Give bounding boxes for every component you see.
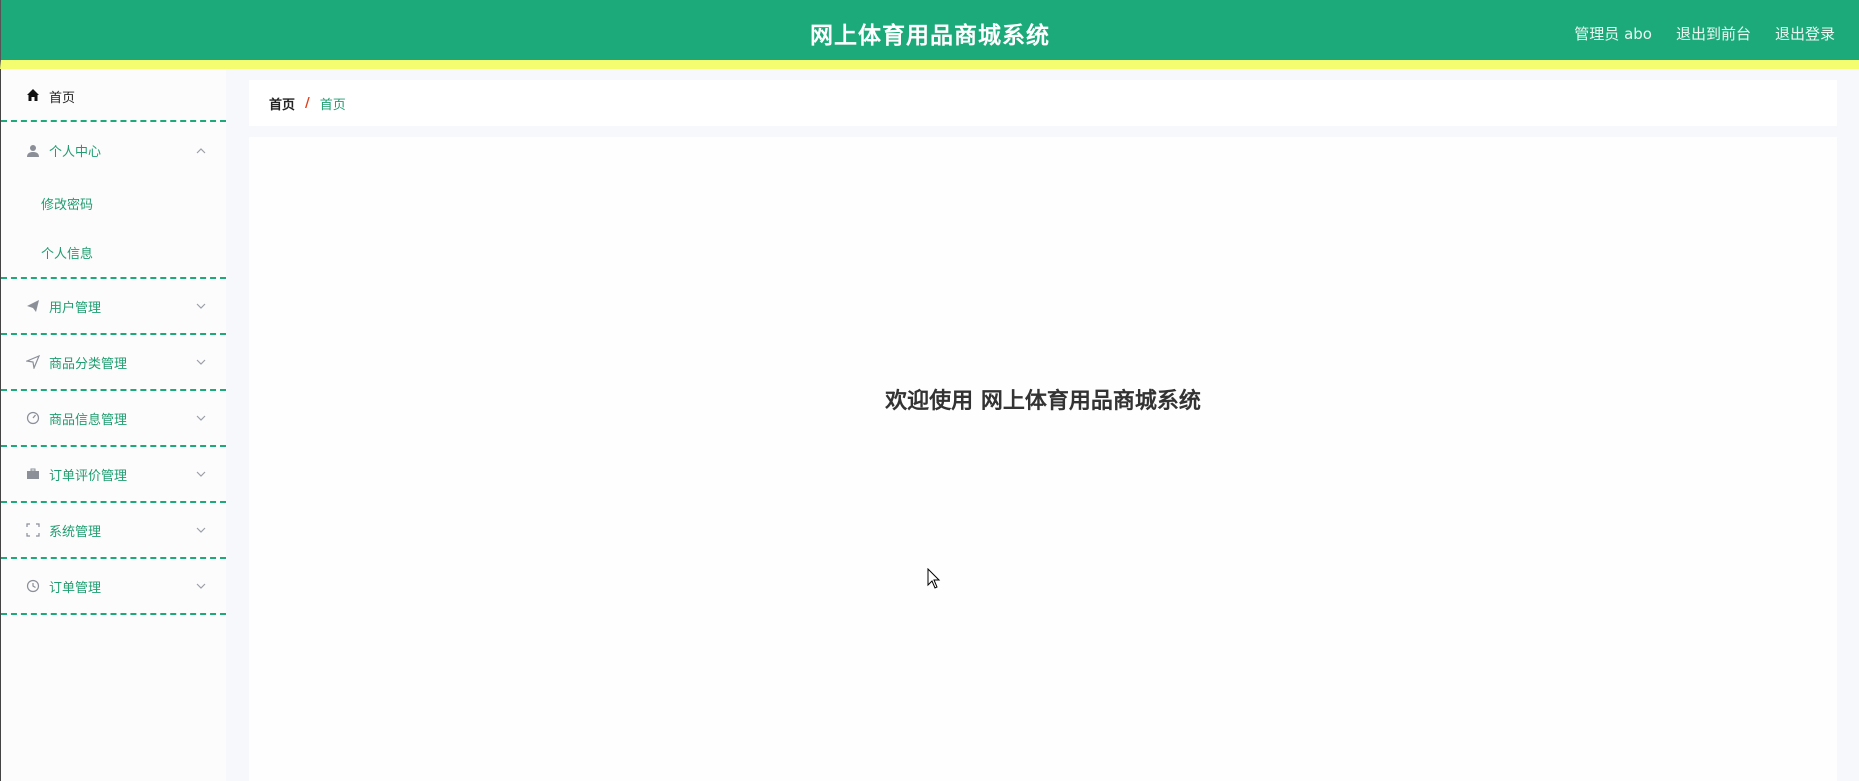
sidebar-item-label: 订单评价管理 bbox=[49, 468, 128, 484]
breadcrumb-current: 首页 bbox=[319, 97, 346, 113]
sidebar-item-label: 系统管理 bbox=[49, 524, 102, 540]
breadcrumb: 首页 / 首页 bbox=[249, 80, 1837, 126]
sidebar-item-label: 个人中心 bbox=[49, 145, 102, 160]
sidebar-item-label: 首页 bbox=[49, 91, 76, 106]
fullscreen-icon bbox=[25, 522, 41, 538]
briefcase-icon bbox=[25, 466, 41, 482]
chevron-down-icon bbox=[196, 527, 206, 533]
page-right-edge bbox=[1837, 69, 1859, 781]
send-icon bbox=[25, 298, 41, 314]
sidebar-item-label: 商品信息管理 bbox=[49, 412, 128, 428]
sidebar-item-categories[interactable]: 商品分类管理 bbox=[1, 335, 226, 391]
sidebar-item-products[interactable]: 商品信息管理 bbox=[1, 391, 226, 447]
breadcrumb-home[interactable]: 首页 bbox=[269, 94, 295, 113]
sidebar-item-label: 订单管理 bbox=[49, 580, 102, 596]
sidebar-item-order-reviews[interactable]: 订单评价管理 bbox=[1, 447, 226, 503]
sidebar-item-users[interactable]: 用户管理 bbox=[1, 279, 226, 335]
sidebar-subitem-profile[interactable]: 个人信息 bbox=[1, 228, 226, 277]
main-content: 欢迎使用 网上体育用品商城系统 bbox=[249, 137, 1837, 781]
sidebar-subitem-change-password[interactable]: 修改密码 bbox=[1, 179, 226, 228]
mouse-cursor-icon bbox=[927, 568, 941, 589]
sidebar-item-personal[interactable]: 个人中心 bbox=[1, 122, 226, 179]
home-icon bbox=[25, 87, 41, 103]
sidebar-item-orders[interactable]: 订单管理 bbox=[1, 559, 226, 615]
chevron-down-icon bbox=[196, 583, 206, 589]
go-front-link[interactable]: 退出到前台 bbox=[1676, 23, 1751, 44]
header-actions: 管理员 abo 退出到前台 退出登录 bbox=[1574, 23, 1835, 44]
welcome-message: 欢迎使用 网上体育用品商城系统 bbox=[885, 389, 1201, 414]
user-icon bbox=[25, 143, 41, 159]
gauge-icon bbox=[25, 410, 41, 426]
clock-icon bbox=[25, 578, 41, 594]
sidebar-item-system[interactable]: 系统管理 bbox=[1, 503, 226, 559]
top-header: 网上体育用品商城系统 管理员 abo 退出到前台 退出登录 bbox=[0, 0, 1859, 69]
sidebar-item-home[interactable]: 首页 bbox=[1, 69, 226, 122]
navigation-icon bbox=[25, 354, 41, 370]
chevron-down-icon bbox=[196, 471, 206, 477]
chevron-up-icon bbox=[196, 147, 206, 153]
breadcrumb-separator: / bbox=[305, 95, 310, 111]
sidebar-group-personal: 个人中心 修改密码 个人信息 bbox=[1, 122, 226, 279]
logout-link[interactable]: 退出登录 bbox=[1775, 23, 1835, 44]
chevron-down-icon bbox=[196, 303, 206, 309]
chevron-down-icon bbox=[196, 415, 206, 421]
sidebar-item-label: 用户管理 bbox=[49, 300, 102, 316]
current-user-label: 管理员 abo bbox=[1574, 25, 1652, 43]
sidebar-item-label: 商品分类管理 bbox=[49, 356, 128, 372]
chevron-down-icon bbox=[196, 359, 206, 365]
sidebar: 首页 个人中心 修改密码 个人信息 用户管理 商品分类管理 商品信息管理 订单评… bbox=[0, 69, 226, 781]
